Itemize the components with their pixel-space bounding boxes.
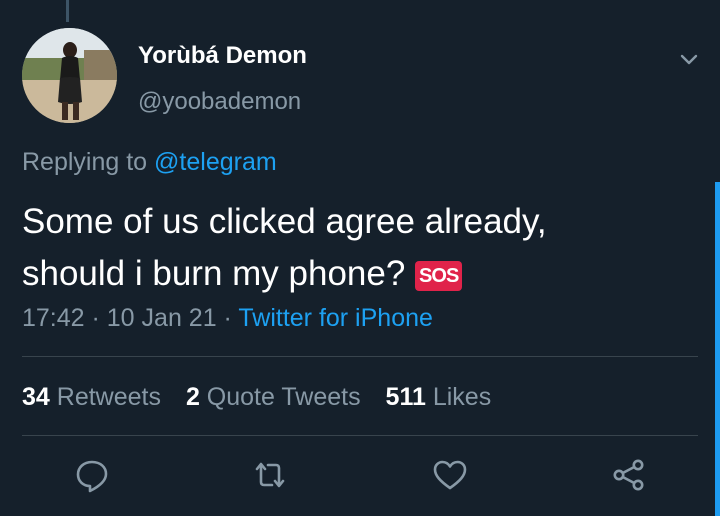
share-button[interactable] (609, 455, 649, 495)
retweets-stat[interactable]: 34 Retweets (22, 383, 161, 411)
user-handle[interactable]: @yoobademon (138, 88, 301, 116)
reply-mention-link[interactable]: @telegram (154, 148, 277, 176)
retweets-count: 34 (22, 383, 50, 411)
chevron-down-icon[interactable] (676, 46, 702, 72)
likes-label: Likes (432, 383, 492, 411)
sos-emoji: SOS (415, 261, 463, 291)
share-icon (613, 459, 644, 491)
like-icon (433, 460, 467, 490)
tweet-line-2: should i burn my phone? SOS (22, 248, 682, 300)
tweet-meta: 17:42 · 10 Jan 21 · Twitter for iPhone (22, 304, 433, 333)
tweet-line-1: Some of us clicked agree already, (22, 202, 547, 241)
reply-button[interactable] (72, 455, 112, 495)
tweet-text: Some of us clicked agree already, should… (22, 196, 682, 300)
quote-tweets-count: 2 (185, 383, 200, 411)
tweet-actions-bar (0, 455, 720, 501)
likes-count: 511 (385, 383, 426, 411)
tweet-date: 10 Jan 21 (106, 304, 217, 332)
avatar[interactable] (22, 28, 117, 123)
tweet-source-link[interactable]: Twitter for iPhone (238, 304, 433, 332)
divider (22, 356, 698, 357)
retweet-icon (255, 462, 285, 488)
tweet-time: 17:42 (22, 304, 85, 332)
retweets-label: Retweets (56, 383, 161, 411)
avatar-image (22, 28, 117, 123)
meta-separator: · (216, 304, 239, 332)
meta-separator: · (84, 304, 107, 332)
reply-icon (76, 460, 108, 493)
quote-tweets-label: Quote Tweets (206, 383, 361, 411)
display-name[interactable]: Yorùbá Demon (138, 42, 307, 70)
replying-prefix: Replying to (22, 148, 155, 176)
like-button[interactable] (430, 455, 470, 495)
divider (22, 435, 698, 436)
tweet-line-2-text: should i burn my phone? (22, 254, 416, 293)
replying-to: Replying to @telegram (22, 148, 277, 177)
tweet-stats: 34 Retweets 2 Quote Tweets 511 Likes (22, 383, 491, 412)
likes-stat[interactable]: 511 Likes (386, 383, 492, 411)
quote-tweets-stat[interactable]: 2 Quote Tweets (186, 383, 361, 411)
retweet-button[interactable] (250, 455, 290, 495)
thread-connector-line (66, 0, 69, 22)
